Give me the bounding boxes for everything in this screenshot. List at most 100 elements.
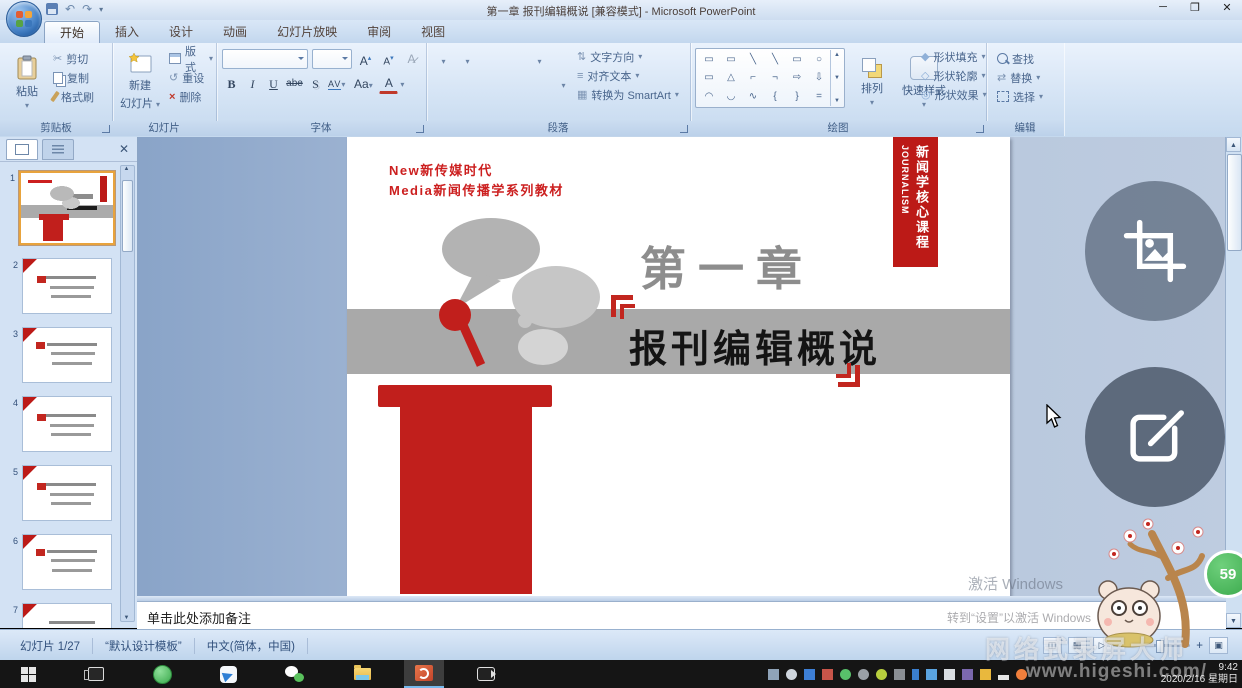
find-button[interactable]: 查找 bbox=[994, 49, 1046, 68]
align-center-button[interactable] bbox=[458, 74, 477, 94]
decrease-indent-button[interactable] bbox=[482, 50, 501, 70]
change-case-button[interactable]: Aa▾ bbox=[349, 74, 377, 94]
slide-thumbnail[interactable]: 4 bbox=[8, 396, 112, 452]
fit-to-window-button[interactable]: ▣ bbox=[1209, 637, 1228, 654]
taskbar-app-explorer[interactable] bbox=[342, 660, 382, 688]
distribute-button[interactable] bbox=[530, 74, 549, 94]
tray-icon[interactable] bbox=[804, 669, 815, 680]
taskbar-app-powerpoint[interactable] bbox=[404, 660, 444, 688]
reset-button[interactable]: ↺重设 bbox=[166, 68, 216, 87]
dialog-launcher-icon[interactable] bbox=[416, 125, 424, 133]
cut-button[interactable]: ✂剪切 bbox=[50, 49, 97, 68]
scroll-up-button[interactable]: ▲ bbox=[1226, 137, 1241, 152]
save-icon[interactable] bbox=[46, 3, 58, 15]
scroll-down-button[interactable]: ▼ bbox=[1226, 613, 1241, 628]
close-button[interactable]: ✕ bbox=[1218, 1, 1236, 14]
convert-smartart-button[interactable]: ▦转换为 SmartArt▾ bbox=[574, 85, 682, 104]
align-right-button[interactable] bbox=[482, 74, 501, 94]
italic-button[interactable]: I bbox=[243, 74, 262, 94]
align-text-button[interactable]: ≡对齐文本▾ bbox=[574, 66, 682, 85]
panel-close-button[interactable]: ✕ bbox=[119, 142, 129, 156]
undo-button[interactable]: ↶ bbox=[65, 2, 75, 16]
line-spacing-button[interactable]: ▾ bbox=[530, 50, 549, 70]
tray-icon[interactable] bbox=[944, 669, 955, 680]
slide-thumbnail[interactable]: 1 bbox=[5, 171, 115, 245]
delete-slide-button[interactable]: ×删除 bbox=[166, 87, 216, 106]
shape-icon[interactable]: ⇨ bbox=[793, 72, 801, 83]
format-painter-button[interactable]: 格式刷 bbox=[50, 87, 97, 106]
font-color-button[interactable]: A bbox=[379, 75, 398, 94]
tray-icon[interactable] bbox=[840, 669, 851, 680]
increase-indent-button[interactable] bbox=[506, 50, 525, 70]
bold-button[interactable]: B bbox=[222, 74, 241, 94]
shape-fill-button[interactable]: ◆形状填充▾ bbox=[918, 47, 984, 66]
shape-icon[interactable]: ╲ bbox=[772, 54, 778, 65]
qat-dropdown-icon[interactable]: ▾ bbox=[99, 5, 103, 14]
shape-icon[interactable]: ∿ bbox=[749, 91, 757, 102]
shape-effects-button[interactable]: ◎形状效果▾ bbox=[918, 85, 984, 104]
dialog-launcher-icon[interactable] bbox=[976, 125, 984, 133]
shape-icon[interactable]: ◠ bbox=[705, 91, 714, 102]
notes-pane[interactable]: 单击此处添加备注 转到“设置”以激活 Windows bbox=[137, 601, 1226, 629]
ribbon-tab[interactable]: 动画 bbox=[208, 21, 262, 43]
tray-icon[interactable] bbox=[980, 669, 991, 680]
numbering-button[interactable]: ▾ bbox=[458, 50, 477, 70]
clear-formatting-button[interactable]: A̷ bbox=[402, 49, 421, 69]
shape-icon[interactable]: ▭ bbox=[704, 72, 713, 83]
slide-thumbnail[interactable]: 2 bbox=[8, 258, 112, 314]
ribbon-tab[interactable]: 开始 bbox=[44, 21, 100, 44]
scrollbar-thumb[interactable] bbox=[1227, 154, 1242, 251]
tray-network-icon[interactable] bbox=[998, 669, 1009, 680]
shrink-font-button[interactable]: A▾ bbox=[379, 49, 398, 69]
slide-canvas[interactable]: New新传媒时代 Media新闻传播学系列教材 第一章 报刊编辑概说 JOURN… bbox=[347, 137, 1010, 598]
taskbar-app-wechat[interactable] bbox=[274, 660, 314, 688]
ribbon-tab[interactable]: 视图 bbox=[406, 21, 460, 43]
slide-thumbnail[interactable]: 7 bbox=[8, 603, 112, 628]
columns-button[interactable]: ▾ bbox=[554, 74, 573, 94]
taskbar-app-camera[interactable] bbox=[466, 660, 506, 688]
arrange-button[interactable]: 排列 ▾ bbox=[850, 47, 894, 117]
copy-button[interactable]: 复制 bbox=[50, 68, 97, 87]
paste-button[interactable]: 粘贴 ▾ bbox=[6, 47, 48, 117]
tab-outline[interactable] bbox=[42, 139, 74, 160]
shape-icon[interactable]: ⌐ bbox=[750, 72, 756, 83]
slide-thumbnail[interactable]: 5 bbox=[8, 465, 112, 521]
language-indicator[interactable]: 中文(简体，中国) bbox=[195, 638, 308, 654]
shape-icon[interactable]: ¬ bbox=[772, 72, 778, 83]
shape-icon[interactable]: ▭ bbox=[792, 54, 801, 65]
new-slide-button[interactable]: 新建 幻灯片 ▾ bbox=[116, 47, 164, 117]
ribbon-tab[interactable]: 幻灯片放映 bbox=[262, 21, 352, 43]
panel-scrollbar-thumb[interactable] bbox=[122, 180, 133, 252]
align-left-button[interactable] bbox=[434, 74, 453, 94]
tray-bluetooth-icon[interactable] bbox=[912, 669, 919, 680]
start-button[interactable] bbox=[8, 660, 48, 688]
task-view-button[interactable] bbox=[76, 660, 116, 688]
dialog-launcher-icon[interactable] bbox=[680, 125, 688, 133]
select-button[interactable]: 选择▾ bbox=[994, 87, 1046, 106]
character-spacing-button[interactable]: AV▾ bbox=[327, 74, 347, 94]
font-name-combo[interactable] bbox=[222, 49, 308, 69]
slide-thumbnail[interactable]: 3 bbox=[8, 327, 112, 383]
design-template-name[interactable]: “默认设计模板” bbox=[93, 638, 195, 654]
shape-icon[interactable]: } bbox=[795, 91, 798, 102]
annotate-float-button[interactable] bbox=[1085, 367, 1225, 507]
ribbon-tab[interactable]: 插入 bbox=[100, 21, 154, 43]
strikethrough-button[interactable]: abe bbox=[285, 74, 304, 94]
maximize-button[interactable]: ❐ bbox=[1186, 1, 1204, 14]
replace-button[interactable]: ⇄替换▾ bbox=[994, 68, 1046, 87]
dialog-launcher-icon[interactable] bbox=[102, 125, 110, 133]
shape-icon[interactable]: ╲ bbox=[750, 54, 756, 65]
minimize-button[interactable]: ─ bbox=[1154, 1, 1172, 14]
tray-shield-icon[interactable] bbox=[858, 669, 869, 680]
tray-icon[interactable] bbox=[768, 669, 779, 680]
ribbon-tab[interactable]: 设计 bbox=[154, 21, 208, 43]
text-direction-button[interactable]: ⇅文字方向▾ bbox=[574, 47, 682, 66]
taskbar-app-thunder[interactable] bbox=[208, 660, 248, 688]
tray-monitor-icon[interactable] bbox=[894, 669, 905, 680]
shape-icon[interactable]: ▭ bbox=[704, 54, 713, 65]
layout-button[interactable]: 版式▾ bbox=[166, 49, 216, 68]
tray-icon[interactable] bbox=[962, 669, 973, 680]
screenshot-float-button[interactable] bbox=[1085, 181, 1225, 321]
tray-icon[interactable] bbox=[822, 669, 833, 680]
office-button[interactable] bbox=[6, 1, 42, 37]
